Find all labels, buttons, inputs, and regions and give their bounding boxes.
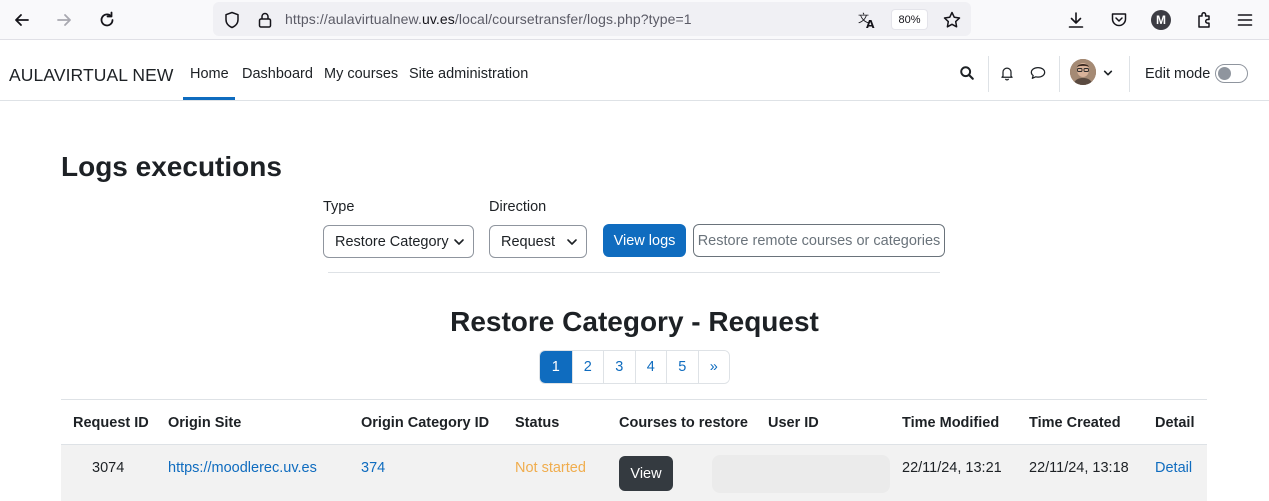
user-avatar[interactable]	[1070, 59, 1096, 85]
cell-origin-site-link[interactable]: https://moodlerec.uv.es	[168, 460, 317, 476]
forward-arrow-icon[interactable]	[53, 9, 75, 31]
page-title: Logs executions	[61, 151, 282, 182]
account-avatar-icon[interactable]: M	[1151, 10, 1171, 30]
header-time-created: Time Created	[1029, 415, 1121, 431]
site-brand[interactable]: AULAVIRTUAL NEW	[9, 65, 174, 86]
view-courses-button[interactable]: View	[619, 456, 673, 491]
edit-mode-toggle[interactable]	[1215, 64, 1248, 83]
page-link-2[interactable]: 2	[571, 351, 603, 383]
cell-user-id-redacted	[712, 455, 890, 493]
url-text[interactable]: https://aulavirtualnew.uv.es/local/cours…	[285, 11, 692, 27]
chevron-down-icon	[567, 239, 577, 245]
table-top-border	[61, 399, 1207, 400]
cell-origin-category-link[interactable]: 374	[361, 460, 385, 476]
header-status: Status	[515, 415, 560, 431]
page-link-1[interactable]: 1	[540, 351, 572, 383]
bell-icon[interactable]	[998, 64, 1016, 82]
header-origin-category-id: Origin Category ID	[361, 415, 490, 431]
type-label: Type	[323, 199, 355, 215]
type-select-value: Restore Category	[335, 233, 449, 250]
download-icon[interactable]	[1065, 9, 1087, 31]
nav-home[interactable]: Home	[190, 66, 229, 82]
shield-icon[interactable]	[221, 9, 243, 31]
restore-remote-button[interactable]: Restore remote courses or categories	[693, 224, 945, 257]
cell-request-id: 3074	[92, 460, 125, 476]
header-courses-to-restore: Courses to restore	[619, 415, 748, 431]
header-time-modified: Time Modified	[902, 415, 1000, 431]
bookmark-star-icon[interactable]	[941, 9, 963, 31]
cell-time-created: 22/11/24, 13:18	[1029, 460, 1129, 476]
page-link-next[interactable]: »	[697, 351, 729, 383]
chevron-down-icon	[454, 239, 464, 245]
nav-site-administration[interactable]: Site administration	[409, 66, 528, 82]
toggle-knob	[1218, 67, 1231, 80]
direction-label: Direction	[489, 199, 547, 215]
pagination: 1 2 3 4 5 »	[539, 350, 730, 384]
header-detail: Detail	[1155, 415, 1195, 431]
header-request-id: Request ID	[73, 415, 149, 431]
direction-select-value: Request	[501, 233, 556, 250]
navbar-divider	[1129, 56, 1130, 92]
page-link-3[interactable]: 3	[603, 351, 635, 383]
navbar-divider	[1059, 56, 1060, 92]
pocket-icon[interactable]	[1108, 9, 1130, 31]
svg-text:A: A	[866, 18, 875, 30]
form-divider	[328, 272, 940, 273]
cell-status-badge: Not started	[515, 460, 586, 476]
section-title: Restore Category - Request	[450, 306, 819, 337]
page-link-5[interactable]: 5	[666, 351, 698, 383]
reload-icon[interactable]	[96, 9, 118, 31]
chat-bubble-icon[interactable]	[1028, 64, 1048, 82]
search-icon[interactable]	[958, 64, 976, 82]
back-arrow-icon[interactable]	[11, 9, 33, 31]
active-nav-indicator	[183, 97, 235, 100]
nav-my-courses[interactable]: My courses	[324, 66, 398, 82]
direction-select[interactable]: Request	[489, 225, 587, 258]
site-navbar: AULAVIRTUAL NEW Home Dashboard My course…	[0, 44, 1269, 101]
view-logs-button[interactable]: View logs	[603, 224, 686, 257]
browser-toolbar: https://aulavirtualnew.uv.es/local/cours…	[0, 0, 1269, 40]
menu-hamburger-icon[interactable]	[1234, 9, 1256, 31]
zoom-badge[interactable]: 80%	[891, 9, 928, 30]
cell-detail-link[interactable]: Detail	[1155, 460, 1192, 476]
lock-icon[interactable]	[254, 9, 276, 31]
translate-icon[interactable]: 文A	[856, 9, 878, 31]
type-select[interactable]: Restore Category	[323, 225, 474, 258]
extensions-icon[interactable]	[1193, 9, 1215, 31]
chevron-down-icon[interactable]	[1102, 67, 1114, 79]
header-origin-site: Origin Site	[168, 415, 242, 431]
page-link-4[interactable]: 4	[634, 351, 666, 383]
navbar-divider	[988, 56, 989, 92]
header-user-id: User ID	[768, 415, 819, 431]
edit-mode-label: Edit mode	[1145, 66, 1211, 82]
nav-dashboard[interactable]: Dashboard	[242, 66, 313, 82]
cell-time-modified: 22/11/24, 13:21	[902, 460, 1002, 476]
